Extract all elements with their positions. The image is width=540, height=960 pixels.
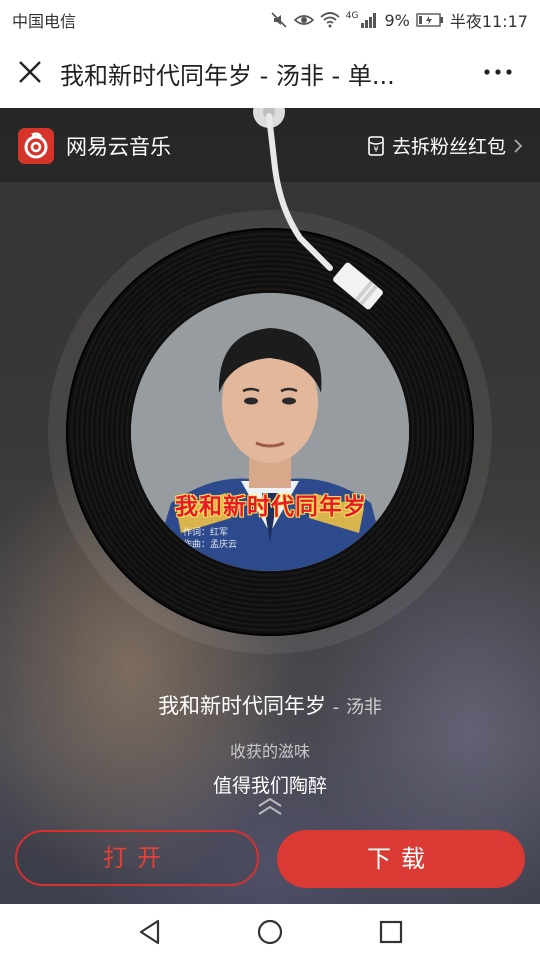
webview-title-bar: 我和新时代同年岁 - 汤非 - 单... (0, 36, 540, 109)
expand-lyrics-icon[interactable] (255, 796, 285, 818)
cover-credits: 作词：红军 作曲：孟庆云 (183, 527, 237, 551)
status-bar: 中国电信 4G 9% 半夜11:17 (0, 0, 540, 36)
recents-square-icon[interactable] (378, 918, 404, 946)
cover-credit-lyricist: 作词：红军 (183, 528, 229, 538)
signal-icon (361, 13, 377, 28)
wifi-icon (320, 12, 340, 28)
system-nav-bar (0, 904, 540, 960)
status-icons: 4G 9% 半夜11:17 (270, 8, 528, 32)
close-icon[interactable] (16, 58, 44, 86)
home-circle-icon[interactable] (256, 918, 284, 946)
title-separator: - (332, 697, 340, 718)
cover-title-text: 我和新时代同年岁 (175, 493, 367, 520)
song-title-line: 我和新时代同年岁 - 汤非 (0, 690, 540, 720)
eye-icon (293, 15, 314, 25)
netease-music-logo-icon[interactable] (18, 128, 54, 164)
artist-name: 汤非 (345, 697, 382, 718)
song-share-page: 网易云音乐 ¥ 去拆粉丝红包 我和新时代同年岁 作词：红军 作曲：孟庆云 我和新… (0, 108, 540, 904)
album-cover-art (131, 293, 409, 571)
carrier-name: 中国电信 (12, 12, 77, 31)
open-app-button[interactable]: 打开 (15, 830, 259, 886)
clock: 半夜11:17 (449, 12, 528, 31)
back-triangle-icon[interactable] (137, 918, 163, 946)
mute-icon (271, 12, 287, 28)
lyric-previous-line: 收获的滋味 (229, 742, 310, 761)
download-app-button[interactable]: 下载 (277, 830, 525, 888)
lyric-current-line: 值得我们陶醉 (212, 775, 327, 797)
page-title: 我和新时代同年岁 - 汤非 - 单... (60, 62, 395, 90)
battery-percent: 9% (384, 10, 410, 30)
chevron-right-icon (514, 138, 523, 153)
more-options-icon[interactable] (482, 62, 514, 82)
network-type: 4G (345, 11, 359, 21)
album-cover: 我和新时代同年岁 作词：红军 作曲：孟庆云 (131, 293, 409, 571)
battery-icon (416, 13, 443, 27)
tonearm (253, 108, 383, 310)
cover-credit-composer: 作曲：孟庆云 (183, 540, 238, 550)
song-title: 我和新时代同年岁 (158, 694, 327, 718)
app-name[interactable]: 网易云音乐 (66, 131, 171, 161)
